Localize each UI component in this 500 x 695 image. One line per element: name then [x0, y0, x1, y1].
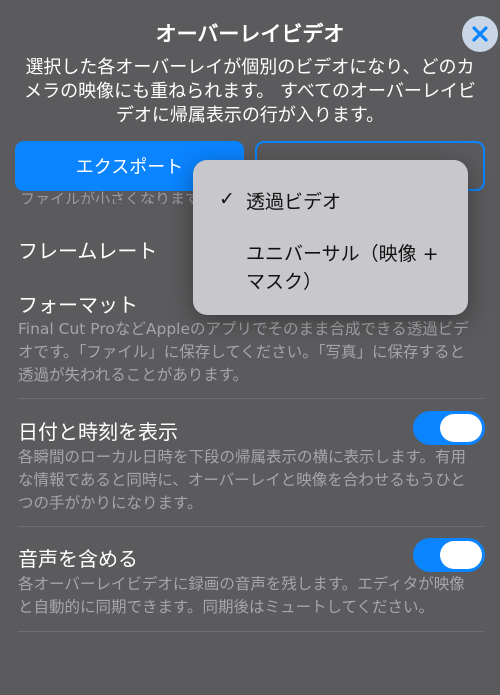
audio-label: 音声を含める [18, 547, 138, 571]
toggle-knob [440, 541, 482, 569]
menu-item-universal[interactable]: ユニバーサル（映像 + マスク） [246, 240, 456, 296]
sheet-title: オーバーレイビデオ [155, 22, 345, 46]
audio-description: 各オーバーレイビデオに録画の音声を残します。エディタが映像と自動的に同期できます… [18, 575, 465, 616]
divider [18, 526, 484, 527]
menu-item-transparent-video[interactable]: 透過ビデオ [246, 187, 341, 214]
divider [18, 631, 484, 632]
partially-hidden-text: ファイルが小さくなります。 [20, 190, 214, 204]
checkmark-icon: ✓ [219, 188, 235, 210]
sheet-description: 選択した各オーバーレイが個別のビデオになり、どのカメラの映像にも重ねられます。 … [24, 57, 476, 126]
format-label: フォーマット [18, 293, 138, 317]
close-icon [472, 26, 488, 42]
audio-toggle[interactable] [413, 538, 485, 572]
screen: オーバーレイビデオ 選択した各オーバーレイが個別のビデオになり、どのカメラの映像… [0, 0, 500, 695]
toggle-knob [440, 414, 482, 442]
format-description: Final Cut ProなどAppleのアプリでそのまま合成できる透過ビデオで… [18, 320, 469, 384]
format-menu: ✓ 透過ビデオ ユニバーサル（映像 + マスク） [193, 160, 468, 315]
datetime-label: 日付と時刻を表示 [18, 420, 178, 444]
datetime-toggle[interactable] [413, 411, 485, 445]
close-button[interactable] [462, 16, 498, 52]
frame-rate-label: フレームレート [18, 239, 158, 263]
datetime-description: 各瞬間のローカル日時を下段の帰属表示の横に表示します。有用な情報であると同時に、… [18, 448, 466, 512]
overlay-video-sheet: オーバーレイビデオ 選択した各オーバーレイが個別のビデオになり、どのカメラの映像… [0, 0, 500, 695]
divider [18, 398, 484, 399]
